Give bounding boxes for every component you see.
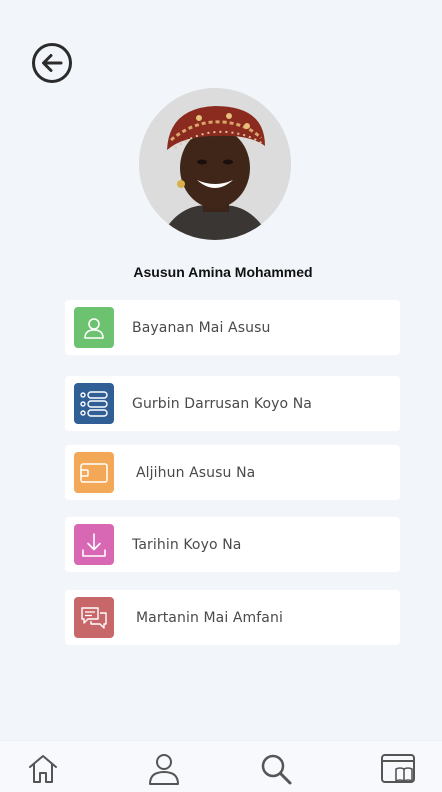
bottom-navigation	[0, 740, 442, 792]
wallet-icon	[74, 452, 114, 493]
menu-item-account-info[interactable]: Bayanan Mai Asusu	[65, 300, 400, 355]
nav-profile[interactable]	[146, 751, 182, 787]
menu-item-wallet[interactable]: Aljihun Asusu Na	[65, 445, 400, 500]
arrow-left-circle-icon	[32, 43, 72, 83]
search-icon	[261, 754, 292, 785]
menu-item-label: Aljihun Asusu Na	[136, 464, 256, 481]
menu-item-history[interactable]: Tarihin Koyo Na	[65, 517, 400, 572]
nav-search[interactable]	[258, 751, 294, 787]
download-icon	[74, 524, 114, 565]
chat-icon	[74, 597, 114, 638]
menu-item-label: Bayanan Mai Asusu	[132, 319, 271, 336]
menu-item-lesson-list[interactable]: Gurbin Darrusan Koyo Na	[65, 376, 400, 431]
avatar	[139, 88, 291, 240]
back-button[interactable]	[31, 42, 73, 84]
menu-item-label: Tarihin Koyo Na	[132, 536, 242, 553]
user-icon	[74, 307, 114, 348]
menu-item-label: Martanin Mai Amfani	[136, 609, 283, 626]
library-icon	[381, 754, 415, 783]
menu-item-feedback[interactable]: Martanin Mai Amfani	[65, 590, 400, 645]
nav-home[interactable]	[25, 751, 61, 787]
nav-library[interactable]	[380, 751, 416, 787]
list-icon	[74, 383, 114, 424]
profile-icon	[149, 754, 179, 785]
profile-name: Asusun Amina Mohammed	[133, 264, 313, 280]
home-icon	[29, 755, 57, 783]
menu-item-label: Gurbin Darrusan Koyo Na	[132, 395, 312, 412]
